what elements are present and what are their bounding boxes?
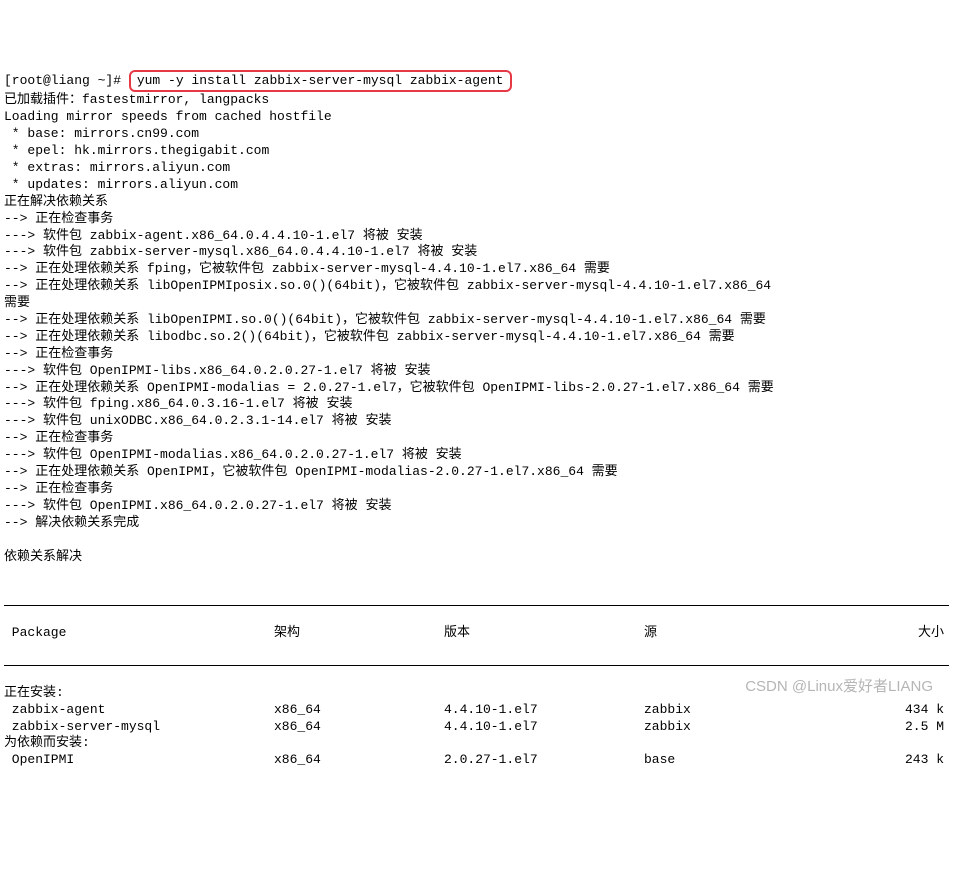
table-cell: 4.4.10-1.el7 (444, 719, 644, 736)
terminal-line: ---> 软件包 zabbix-agent.x86_64.0.4.4.10-1.… (4, 228, 949, 245)
table-row: zabbix-server-mysqlx86_644.4.10-1.el7zab… (4, 719, 949, 736)
header-source: 源 (644, 625, 874, 642)
terminal-line: * base: mirrors.cn99.com (4, 126, 949, 143)
terminal-line: 已加载插件：fastestmirror, langpacks (4, 92, 949, 109)
terminal-line: --> 解决依赖关系完成 (4, 515, 949, 532)
table-cell: 434 k (874, 702, 944, 719)
terminal-line: ---> 软件包 unixODBC.x86_64.0.2.3.1-14.el7 … (4, 413, 949, 430)
table-body: 正在安装: zabbix-agentx86_644.4.10-1.el7zabb… (4, 685, 949, 769)
table-cell: zabbix-server-mysql (4, 719, 274, 736)
terminal-line: 需要 (4, 295, 949, 312)
table-cell: x86_64 (274, 702, 444, 719)
terminal-line: 依赖关系解决 (4, 549, 949, 566)
header-version: 版本 (444, 625, 644, 642)
table-section-title: 为依赖而安装: (4, 735, 949, 752)
table-section-title: 正在安装: (4, 685, 949, 702)
terminal-line: ---> 软件包 OpenIPMI-modalias.x86_64.0.2.0.… (4, 447, 949, 464)
terminal-line: ---> 软件包 OpenIPMI-libs.x86_64.0.2.0.27-1… (4, 363, 949, 380)
table-cell: zabbix (644, 719, 874, 736)
table-row: zabbix-agentx86_644.4.10-1.el7zabbix434 … (4, 702, 949, 719)
command-highlight: yum -y install zabbix-server-mysql zabbi… (129, 70, 512, 93)
terminal-line: * extras: mirrors.aliyun.com (4, 160, 949, 177)
table-cell: x86_64 (274, 752, 444, 769)
terminal-line: Loading mirror speeds from cached hostfi… (4, 109, 949, 126)
table-divider-mid (4, 665, 949, 666)
terminal-line: --> 正在处理依赖关系 libOpenIPMIposix.so.0()(64b… (4, 278, 949, 295)
terminal-line: --> 正在检查事务 (4, 481, 949, 498)
terminal-line: --> 正在处理依赖关系 OpenIPMI，它被软件包 OpenIPMI-mod… (4, 464, 949, 481)
table-divider-top (4, 605, 949, 606)
table-row: OpenIPMIx86_642.0.27-1.el7base243 k (4, 752, 949, 769)
terminal-line: --> 正在检查事务 (4, 211, 949, 228)
terminal-output: 已加载插件：fastestmirror, langpacksLoading mi… (4, 92, 949, 582)
table-cell: base (644, 752, 874, 769)
terminal-line: ---> 软件包 zabbix-server-mysql.x86_64.0.4.… (4, 244, 949, 261)
terminal-line: ---> 软件包 fping.x86_64.0.3.16-1.el7 将被 安装 (4, 396, 949, 413)
terminal-line: * updates: mirrors.aliyun.com (4, 177, 949, 194)
table-cell: x86_64 (274, 719, 444, 736)
table-cell: zabbix-agent (4, 702, 274, 719)
terminal-line: --> 正在检查事务 (4, 346, 949, 363)
table-cell: 4.4.10-1.el7 (444, 702, 644, 719)
terminal-line: --> 正在处理依赖关系 libOpenIPMI.so.0()(64bit)，它… (4, 312, 949, 329)
terminal-line: --> 正在处理依赖关系 libodbc.so.2()(64bit)，它被软件包… (4, 329, 949, 346)
table-header-row: Package 架构 版本 源 大小 (4, 625, 949, 642)
table-cell: 2.5 M (874, 719, 944, 736)
header-size: 大小 (874, 625, 944, 642)
table-cell: OpenIPMI (4, 752, 274, 769)
terminal-line: ---> 软件包 OpenIPMI.x86_64.0.2.0.27-1.el7 … (4, 498, 949, 515)
terminal-line: 正在解决依赖关系 (4, 194, 949, 211)
table-cell: 243 k (874, 752, 944, 769)
header-arch: 架构 (274, 625, 444, 642)
terminal-line (4, 532, 949, 549)
terminal-line: * epel: hk.mirrors.thegigabit.com (4, 143, 949, 160)
terminal-line (4, 565, 949, 582)
command-text: yum -y install zabbix-server-mysql zabbi… (137, 73, 504, 88)
header-package: Package (4, 625, 274, 642)
shell-prompt: [root@liang ~]# (4, 73, 129, 88)
terminal-line: --> 正在检查事务 (4, 430, 949, 447)
table-cell: 2.0.27-1.el7 (444, 752, 644, 769)
terminal-line: --> 正在处理依赖关系 fping，它被软件包 zabbix-server-m… (4, 261, 949, 278)
table-cell: zabbix (644, 702, 874, 719)
terminal-line: --> 正在处理依赖关系 OpenIPMI-modalias = 2.0.27-… (4, 380, 949, 397)
